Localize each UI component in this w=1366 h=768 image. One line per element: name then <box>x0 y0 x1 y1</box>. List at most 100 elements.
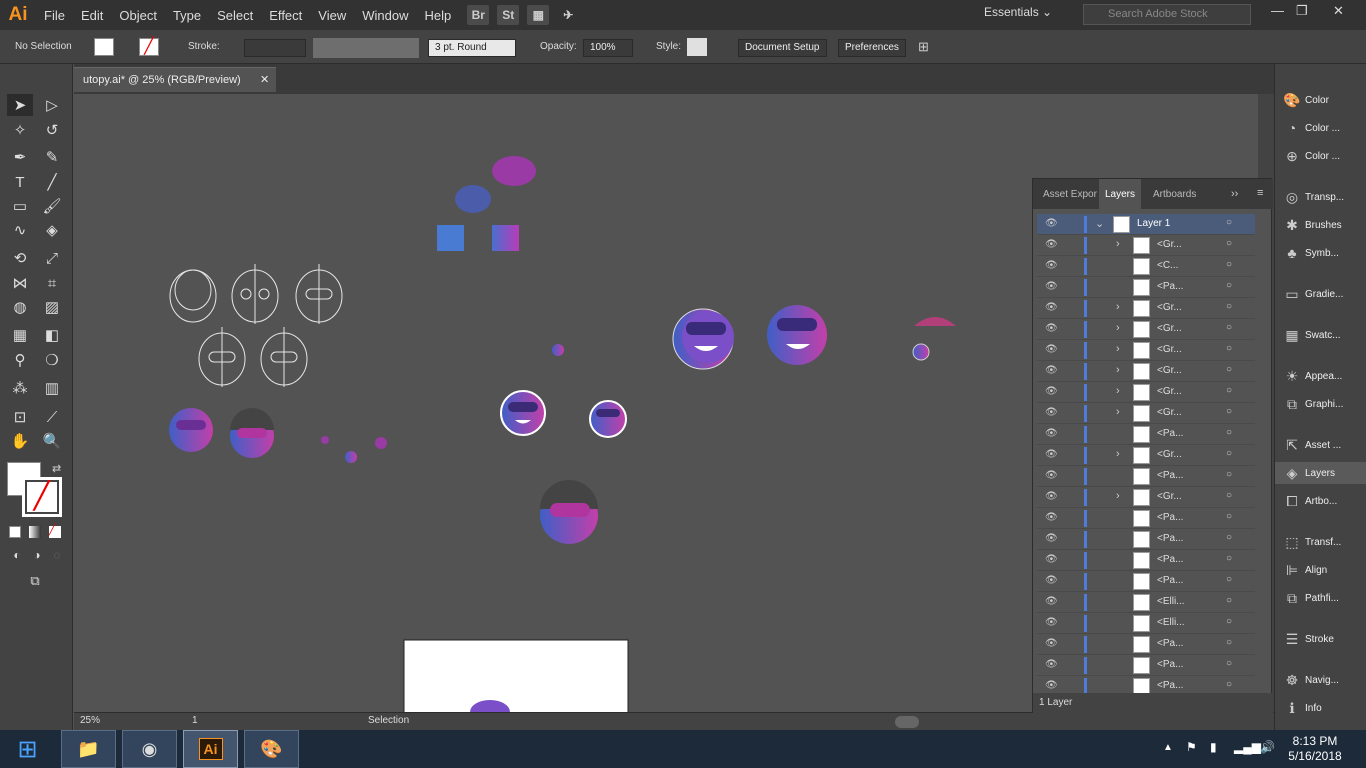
stock-button[interactable]: St <box>497 5 520 25</box>
column-graph-tool-icon[interactable]: ▥ <box>39 377 65 399</box>
chevron-right-icon[interactable]: › <box>1116 301 1120 313</box>
layer-name[interactable]: <Gr... <box>1157 323 1182 334</box>
gradient-tool-icon[interactable]: ◧ <box>39 324 65 346</box>
visibility-eye-icon[interactable]: 👁 <box>1045 533 1058 544</box>
gpu-performance-icon[interactable]: ✈ <box>557 5 579 25</box>
draw-inside-icon[interactable]: ◌ <box>44 544 70 566</box>
variable-width-profile[interactable] <box>313 38 419 58</box>
tab-asset-export[interactable]: Asset Expor <box>1037 179 1099 209</box>
chevron-right-icon[interactable]: › <box>1116 322 1120 334</box>
layer-row[interactable]: 👁 › <Gr... ○ <box>1037 340 1255 361</box>
horizontal-scroll-thumb[interactable] <box>895 716 919 728</box>
curvature-tool-icon[interactable]: ✎ <box>39 146 65 168</box>
target-icon[interactable]: ○ <box>1226 427 1232 438</box>
target-icon[interactable]: ○ <box>1226 511 1232 522</box>
close-window-icon[interactable]: ✕ <box>1333 3 1344 19</box>
layer-row[interactable]: 👁 <Pa... ○ <box>1037 508 1255 529</box>
menu-edit[interactable]: Edit <box>73 8 111 23</box>
chevron-down-icon[interactable]: ⌄ <box>1095 217 1104 230</box>
volume-icon[interactable]: 🔊 <box>1260 740 1275 754</box>
chevron-right-icon[interactable]: › <box>1116 238 1120 250</box>
layer-name[interactable]: <Pa... <box>1157 470 1183 481</box>
layer-row[interactable]: 👁 <Pa... ○ <box>1037 466 1255 487</box>
layer-name[interactable]: <Pa... <box>1157 638 1183 649</box>
layer-name[interactable]: <Gr... <box>1157 491 1182 502</box>
visibility-eye-icon[interactable]: 👁 <box>1045 638 1058 649</box>
dock-color[interactable]: 🎨 Color <box>1275 89 1366 111</box>
layer-name[interactable]: <Pa... <box>1157 680 1183 691</box>
layer-row[interactable]: 👁 › <Gr... ○ <box>1037 403 1255 424</box>
target-icon[interactable]: ○ <box>1226 385 1232 396</box>
layer-row[interactable]: 👁 <Elli... ○ <box>1037 613 1255 634</box>
layer-name[interactable]: <Gr... <box>1157 344 1182 355</box>
target-icon[interactable]: ○ <box>1226 637 1232 648</box>
gradient-mode-icon[interactable] <box>29 526 41 538</box>
visibility-eye-icon[interactable]: 👁 <box>1045 512 1058 523</box>
file-explorer-icon[interactable]: 📁 <box>61 730 116 768</box>
target-icon[interactable]: ○ <box>1226 469 1232 480</box>
mesh-tool-icon[interactable]: ▦ <box>7 324 33 346</box>
layer-name[interactable]: <Elli... <box>1157 596 1185 607</box>
dock-appearance[interactable]: ☀ Appea... <box>1275 365 1366 387</box>
menu-object[interactable]: Object <box>111 8 165 23</box>
dock-layers[interactable]: ◈ Layers <box>1275 462 1366 484</box>
close-tab-icon[interactable]: ✕ <box>260 73 269 86</box>
shaper-tool-icon[interactable]: ∿ <box>7 219 33 241</box>
layer-row[interactable]: 👁 <Pa... ○ <box>1037 529 1255 550</box>
stroke-weight-field[interactable] <box>244 39 306 57</box>
rotate-tool-icon[interactable]: ⟲ <box>7 247 33 269</box>
document-setup-button[interactable]: Document Setup <box>738 39 827 57</box>
visibility-eye-icon[interactable]: 👁 <box>1045 239 1058 250</box>
layer-name[interactable]: <Pa... <box>1157 533 1183 544</box>
target-icon[interactable]: ○ <box>1226 658 1232 669</box>
tab-artboards[interactable]: Artboards <box>1147 179 1207 209</box>
target-icon[interactable]: ○ <box>1226 364 1232 375</box>
layer-name[interactable]: <Elli... <box>1157 617 1185 628</box>
menu-help[interactable]: Help <box>416 8 459 23</box>
layer-name[interactable]: <C... <box>1157 260 1178 271</box>
layer-row[interactable]: 👁 <C... ○ <box>1037 256 1255 277</box>
layer-name[interactable]: <Pa... <box>1157 554 1183 565</box>
target-icon[interactable]: ○ <box>1226 616 1232 627</box>
layer-row[interactable]: 👁 › <Gr... ○ <box>1037 298 1255 319</box>
menu-file[interactable]: File <box>36 8 73 23</box>
rectangle-tool-icon[interactable]: ▭ <box>7 195 33 217</box>
layer-row[interactable]: 👁 <Pa... ○ <box>1037 550 1255 571</box>
dock-color-guide[interactable]: ◔ Color ... <box>1275 117 1366 139</box>
width-tool-icon[interactable]: ⋈ <box>7 272 33 294</box>
restore-icon[interactable]: ❐ <box>1296 3 1308 19</box>
layer-name[interactable]: <Pa... <box>1157 512 1183 523</box>
dock-info[interactable]: ℹ Info <box>1275 697 1366 719</box>
chevron-right-icon[interactable]: › <box>1116 364 1120 376</box>
visibility-eye-icon[interactable]: 👁 <box>1045 617 1058 628</box>
panel-collapse-icon[interactable]: ›› <box>1231 188 1238 200</box>
layer-row[interactable]: 👁 › <Gr... ○ <box>1037 445 1255 466</box>
artboard-number[interactable]: 1 <box>192 715 198 726</box>
layer-name[interactable]: <Pa... <box>1157 428 1183 439</box>
search-stock-input[interactable]: Search Adobe Stock <box>1083 4 1251 25</box>
paint-icon[interactable]: 🎨 <box>244 730 299 768</box>
zoom-level[interactable]: 25% <box>80 715 100 726</box>
menu-select[interactable]: Select <box>209 8 261 23</box>
align-options-icon[interactable]: ⊞ <box>918 39 929 55</box>
visibility-eye-icon[interactable]: 👁 <box>1045 575 1058 586</box>
chevron-right-icon[interactable]: › <box>1116 385 1120 397</box>
visibility-eye-icon[interactable]: 👁 <box>1045 260 1058 271</box>
visibility-eye-icon[interactable]: 👁 <box>1045 218 1058 229</box>
fill-swatch[interactable] <box>94 38 114 56</box>
visibility-eye-icon[interactable]: 👁 <box>1045 680 1058 691</box>
clock[interactable]: 8:13 PM 5/16/2018 <box>1280 734 1350 764</box>
layer-row[interactable]: 👁 <Pa... ○ <box>1037 424 1255 445</box>
color-mode-icon[interactable] <box>9 526 21 538</box>
target-icon[interactable]: ○ <box>1226 259 1232 270</box>
target-icon[interactable]: ○ <box>1226 238 1232 249</box>
dock-transform[interactable]: ⬚ Transf... <box>1275 531 1366 553</box>
layer-name[interactable]: <Gr... <box>1157 302 1182 313</box>
visibility-eye-icon[interactable]: 👁 <box>1045 596 1058 607</box>
layer-name[interactable]: <Gr... <box>1157 239 1182 250</box>
layer-row[interactable]: 👁 <Pa... ○ <box>1037 277 1255 298</box>
tab-layers[interactable]: Layers <box>1099 179 1141 209</box>
dock-color-themes[interactable]: ⊕ Color ... <box>1275 145 1366 167</box>
preferences-button[interactable]: Preferences <box>838 39 906 57</box>
layer-row[interactable]: 👁 <Pa... ○ <box>1037 571 1255 592</box>
